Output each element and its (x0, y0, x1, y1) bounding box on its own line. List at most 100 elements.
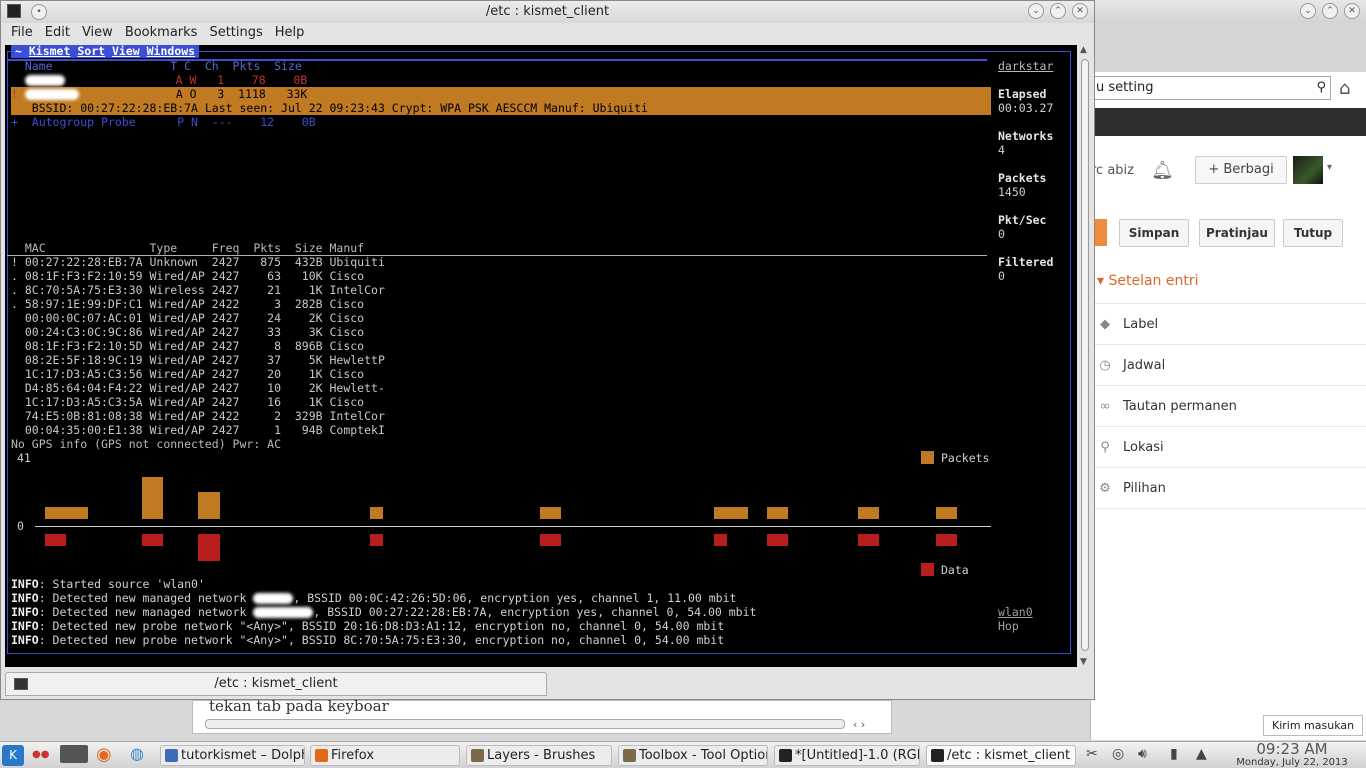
task-button[interactable]: Firefox (310, 745, 460, 766)
task-button[interactable]: Layers - Brushes (466, 745, 612, 766)
scissors-icon[interactable]: ✂ (1086, 746, 1098, 762)
menu-edit[interactable]: Edit (39, 23, 76, 43)
client-row[interactable]: 74:E5:0B:81:08:38 Wired/AP 2422 2 329B I… (11, 409, 385, 423)
scroll-arrows-icon[interactable]: ‹ › (853, 718, 865, 731)
redacted-ssid (253, 607, 314, 618)
maximize-icon[interactable]: ⌃ (1322, 3, 1338, 19)
probe-row[interactable]: + Autogroup Probe P N --- 12 0B (11, 115, 316, 129)
data-bar (858, 534, 880, 546)
save-button[interactable]: Simpan (1119, 219, 1189, 247)
client-row[interactable]: ! 00:27:22:28:EB:7A Unknown 2427 875 432… (11, 255, 385, 269)
minimize-icon[interactable]: ⌄ (1028, 3, 1044, 19)
settings-item-label[interactable]: ◆ Label (1097, 317, 1158, 332)
caret-icon: ▾ (1097, 273, 1109, 289)
clock-date: Monday, July 22, 2013 (1236, 757, 1348, 768)
firefox-launcher-icon[interactable]: ◉ (96, 744, 112, 765)
task-button[interactable]: /etc : kismet_client (926, 745, 1076, 766)
client-row[interactable]: . 08:1F:F3:F2:10:59 Wired/AP 2427 63 10K… (11, 269, 364, 283)
task-button[interactable]: *[Untitled]-1.0 (RGB (774, 745, 920, 766)
clock[interactable]: 09:23 AM Monday, July 22, 2013 (1222, 742, 1362, 768)
tab-kismet-client[interactable]: /etc : kismet_client (5, 672, 547, 696)
feedback-tooltip[interactable]: Kirim masukan (1263, 715, 1364, 736)
client-row[interactable]: . 58:97:1E:99:DF:C1 Wired/AP 2422 3 282B… (11, 297, 364, 311)
settings-item-permalink[interactable]: ∞ Tautan permanen (1097, 399, 1237, 414)
terminal-area[interactable]: ~ Kismet Sort View Windows Name T C Ch P… (5, 45, 1077, 667)
battery-icon[interactable]: ▮ (1170, 746, 1178, 762)
client-row[interactable]: 00:04:35:00:E1:38 Wired/AP 2427 1 94B Co… (11, 423, 385, 437)
menu-settings[interactable]: Settings (203, 23, 268, 43)
activity-icon[interactable]: ●● (32, 749, 49, 760)
settings-item-schedule[interactable]: ◷ Jadwal (1097, 358, 1165, 373)
scroll-down-icon[interactable]: ▼ (1080, 657, 1087, 667)
log-message: : Started source 'wlan0' (38, 577, 205, 591)
client-row[interactable]: D4:85:64:04:F4:22 Wired/AP 2427 10 2K He… (11, 381, 385, 395)
close-button[interactable]: Tutup (1283, 219, 1343, 247)
kismet-menu-view[interactable]: View (112, 45, 140, 58)
network-row[interactable]: A W 1 78 0B (11, 73, 307, 87)
client-row[interactable]: 1C:17:D3:A5:C3:56 Wired/AP 2427 20 1K Ci… (11, 367, 364, 381)
client-row[interactable]: 08:2E:5F:18:9C:19 Wired/AP 2427 37 5K He… (11, 353, 385, 367)
task-button[interactable]: Toolbox - Tool Options (618, 745, 768, 766)
client-row[interactable]: . 8C:70:5A:75:E3:30 Wireless 2427 21 1K … (11, 283, 385, 297)
kismet-menu-sort[interactable]: Sort (77, 45, 105, 58)
wifi-icon[interactable]: ◎ (1112, 746, 1124, 762)
elapsed-label: Elapsed (998, 87, 1047, 101)
background-browser-window: ⌄ ⌃ ✕ u setting ⚲ ⌂ rc abiz 🔔︎ + Berbagi… (1090, 0, 1366, 740)
close-icon[interactable]: ✕ (1344, 3, 1360, 19)
search-input[interactable]: u setting ⚲ (1091, 76, 1331, 100)
vertical-scrollbar[interactable]: ▲ ▼ (1078, 45, 1092, 667)
share-button[interactable]: + Berbagi (1195, 156, 1287, 184)
task-button[interactable]: tutorkismet – Dolphin (160, 745, 305, 766)
menu-file[interactable]: File (5, 23, 39, 43)
client-row[interactable]: 00:00:0C:07:AC:01 Wired/AP 2427 24 2K Ci… (11, 311, 364, 325)
app-icon (165, 749, 178, 762)
kismet-menu-kismet[interactable]: Kismet (29, 45, 71, 58)
horizontal-scrollbar[interactable] (205, 719, 845, 729)
legend-packets-label: Packets (941, 451, 990, 465)
app-icon (315, 749, 328, 762)
client-row[interactable]: 08:1F:F3:F2:10:5D Wired/AP 2427 8 896B C… (11, 339, 364, 353)
chevron-down-icon[interactable]: ▾ (1327, 162, 1332, 173)
packets-bar (935, 507, 957, 519)
binoculars-icon[interactable]: ⚲ (1316, 77, 1326, 99)
volume-icon[interactable]: 🔊︎ (1138, 746, 1147, 762)
data-bar (369, 534, 383, 546)
log-line: INFO: Detected new managed network , BSS… (11, 605, 756, 619)
window-titlebar[interactable]: • /etc : kismet_client ⌄ ⌃ ✕ (1, 1, 1094, 23)
network-globe-icon[interactable]: ◍ (130, 744, 144, 763)
minimize-icon[interactable]: ⌄ (1300, 3, 1316, 19)
network-list-header: Name T C Ch Pkts Size (11, 59, 302, 73)
client-row[interactable]: 00:24:C3:0C:9C:86 Wired/AP 2427 33 3K Ci… (11, 325, 364, 339)
desktop-pager-icon[interactable] (60, 745, 88, 763)
avatar[interactable] (1293, 156, 1323, 184)
home-icon[interactable]: ⌂ (1339, 78, 1350, 99)
menu-view[interactable]: View (76, 23, 119, 43)
packets-bar (713, 507, 749, 519)
menu-help[interactable]: Help (269, 23, 311, 43)
selected-network-detail-text: BSSID: 00:27:22:28:EB:7A Last seen: Jul … (31, 101, 648, 115)
preview-button[interactable]: Pratinjau (1199, 219, 1275, 247)
menu-bookmarks[interactable]: Bookmarks (119, 23, 204, 43)
kismet-menubar[interactable]: ~ Kismet Sort View Windows (11, 45, 200, 58)
network-row-selected[interactable]: ! A O 3 1118 33K (11, 87, 307, 101)
legend-data-label: Data (941, 563, 969, 577)
settings-item-location[interactable]: ⚲ Lokasi (1097, 440, 1163, 455)
scroll-up-icon[interactable]: ▲ (1080, 45, 1087, 55)
kde-menu-icon[interactable]: K (2, 745, 24, 766)
scrollbar-thumb[interactable] (1081, 59, 1089, 651)
data-bar (142, 534, 164, 546)
editor-area[interactable]: tekan tab pada keyboar ‹ › (192, 697, 892, 734)
maximize-icon[interactable]: ⌃ (1050, 3, 1066, 19)
tray-expand-icon[interactable]: ▲ (1196, 746, 1207, 762)
data-bar (713, 534, 728, 546)
filtered-value: 0 (998, 269, 1005, 283)
post-settings-heading[interactable]: ▾ Setelan entri (1097, 273, 1199, 289)
settings-item-options[interactable]: ⚙ Pilihan (1097, 481, 1166, 496)
bell-icon[interactable]: 🔔︎ (1151, 160, 1174, 181)
client-row[interactable]: 1C:17:D3:A5:C3:5A Wired/AP 2427 16 1K Ci… (11, 395, 364, 409)
link-icon: ∞ (1099, 399, 1111, 414)
close-icon[interactable]: ✕ (1072, 3, 1088, 19)
log-line: INFO: Started source 'wlan0' (11, 577, 205, 591)
kismet-menu-windows[interactable]: Windows (147, 45, 195, 58)
